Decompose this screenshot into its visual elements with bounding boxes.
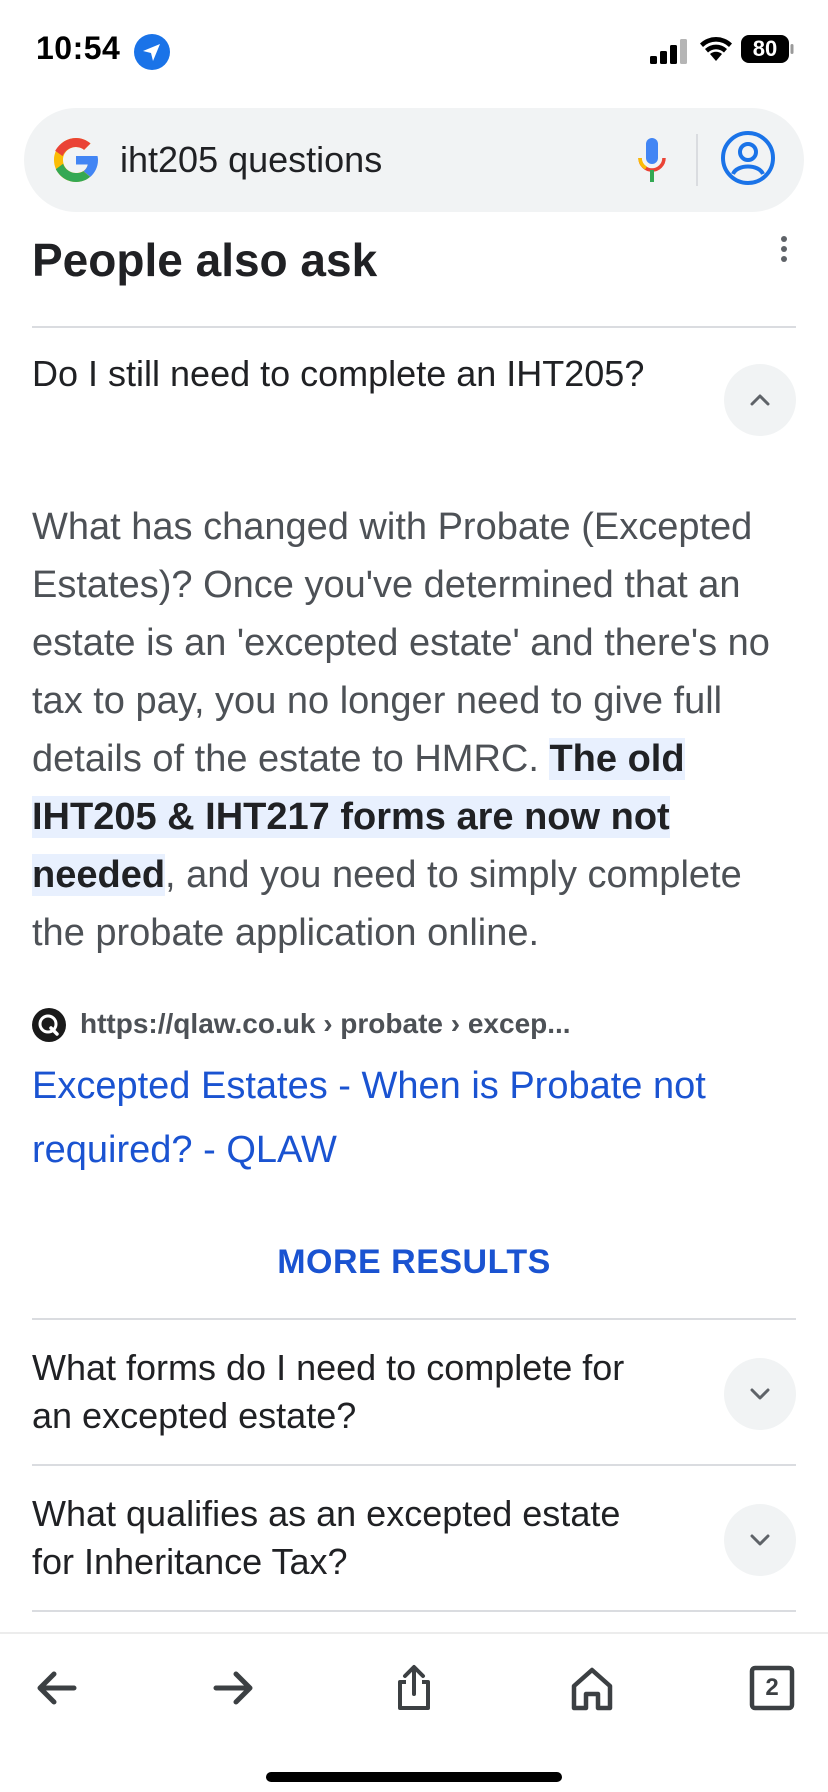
question-3[interactable]: What qualifies as an excepted estate for…: [32, 1490, 652, 1586]
answer-snippet: What has changed with Probate (Excepted …: [32, 498, 802, 962]
divider: [32, 1318, 796, 1320]
more-results-button[interactable]: MORE RESULTS: [0, 1240, 828, 1284]
home-icon[interactable]: [568, 1664, 616, 1712]
status-time: 10:54: [36, 30, 121, 66]
battery-level: 80: [752, 36, 778, 61]
back-arrow-icon[interactable]: [32, 1664, 80, 1712]
expand-button[interactable]: [724, 1504, 796, 1576]
qlaw-favicon-icon: [32, 1008, 66, 1042]
forward-arrow-icon[interactable]: [210, 1664, 258, 1712]
bottom-toolbar: 2: [0, 1632, 828, 1792]
share-icon[interactable]: [390, 1664, 438, 1712]
divider: [32, 1464, 796, 1466]
more-vert-icon[interactable]: [774, 234, 794, 266]
expand-button[interactable]: [724, 1358, 796, 1430]
source-url: https://qlaw.co.uk › probate › excep...: [80, 1008, 571, 1039]
chevron-up-icon: [750, 394, 770, 406]
location-arrow-icon: [134, 34, 170, 70]
section-title: People also ask: [32, 234, 378, 286]
status-bar: 10:54 80: [0, 0, 828, 100]
collapse-button[interactable]: [724, 364, 796, 436]
tabs-count: 2: [765, 1674, 779, 1701]
google-g-icon: [54, 138, 98, 182]
search-divider: [696, 134, 698, 186]
chevron-down-icon: [750, 1534, 770, 1546]
account-icon[interactable]: [720, 130, 776, 186]
mic-icon[interactable]: [636, 136, 668, 184]
source-link[interactable]: Excepted Estates - When is Probate not r…: [32, 1054, 752, 1182]
search-input[interactable]: iht205 questions: [120, 138, 382, 182]
divider: [32, 1610, 796, 1612]
cellular-signal-icon: [650, 39, 687, 64]
question-1[interactable]: Do I still need to complete an IHT205?: [32, 350, 652, 398]
home-indicator[interactable]: [266, 1772, 562, 1782]
chevron-down-icon: [750, 1388, 770, 1400]
wifi-icon: [700, 37, 732, 61]
search-bar[interactable]: iht205 questions: [24, 108, 804, 212]
question-2[interactable]: What forms do I need to complete for an …: [32, 1344, 652, 1440]
divider: [32, 326, 796, 328]
